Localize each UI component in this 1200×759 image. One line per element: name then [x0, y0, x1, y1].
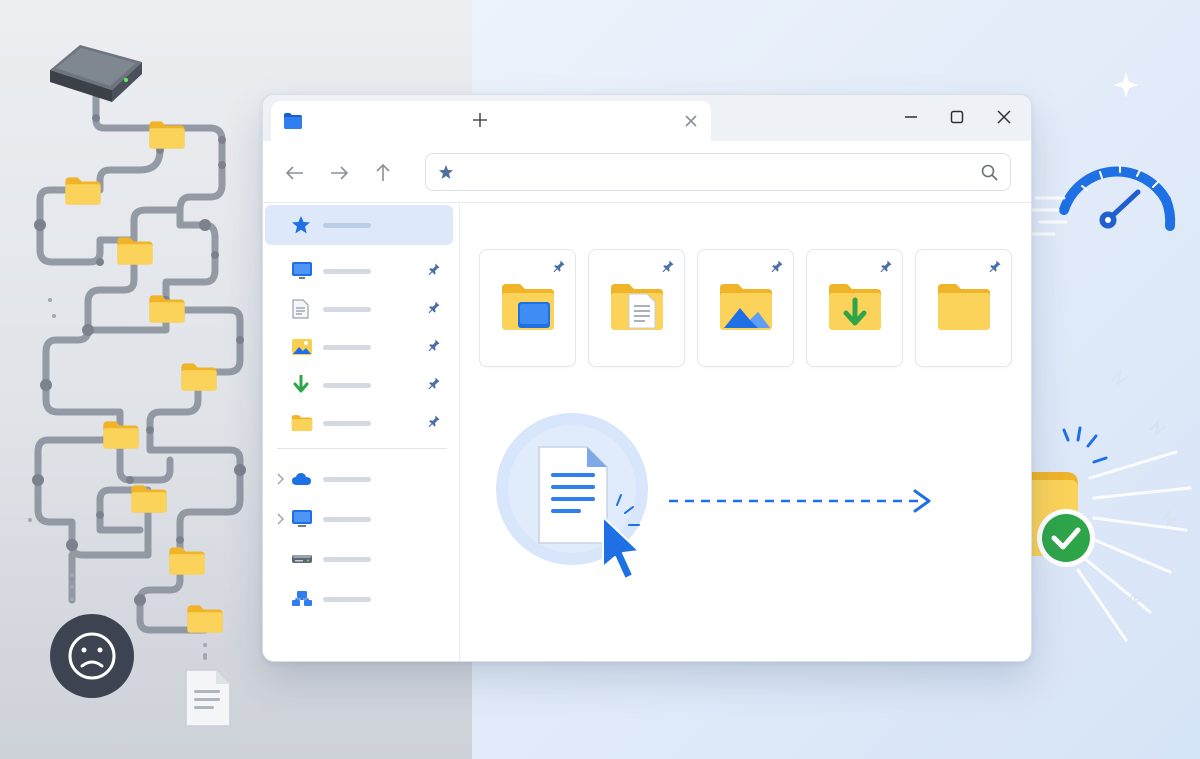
sidebar-item-label: [323, 421, 371, 426]
hard-drive-icon: [50, 45, 142, 102]
maximize-icon[interactable]: [943, 105, 971, 129]
transfer-illustration: [496, 413, 931, 580]
sidebar-item-label: [323, 477, 371, 482]
folder-icon: [283, 112, 303, 135]
pin-icon[interactable]: [427, 376, 441, 395]
sidebar-item-label: [323, 597, 371, 602]
sidebar-item-downloads[interactable]: [265, 365, 453, 405]
title-bar: [263, 95, 1031, 141]
document-icon: [538, 446, 608, 544]
new-tab-button[interactable]: [467, 107, 493, 133]
dashed-arrow: [669, 489, 931, 513]
cloud-icon: [291, 469, 313, 489]
address-bar[interactable]: [425, 153, 1011, 191]
sidebar-item-label: [323, 269, 371, 274]
star-icon: [291, 215, 313, 235]
close-tab-icon[interactable]: [681, 111, 701, 131]
drive-icon: [291, 549, 313, 569]
sidebar-item-label: [323, 307, 371, 312]
search-icon[interactable]: [981, 164, 998, 186]
minimize-icon[interactable]: [897, 105, 925, 129]
chevron-right-icon[interactable]: [276, 472, 284, 490]
pin-icon[interactable]: [427, 414, 441, 433]
file-explorer-window: [262, 94, 1032, 662]
folder-icon: [291, 413, 313, 433]
desktop-icon: [291, 261, 313, 281]
sidebar-item-network[interactable]: [265, 579, 453, 619]
pictures-icon: [291, 337, 313, 357]
close-icon[interactable]: [990, 105, 1018, 129]
network-icon: [291, 589, 313, 609]
document-icon: [291, 299, 313, 319]
document-icon: [185, 656, 231, 727]
sidebar-item-label: [323, 557, 371, 562]
forward-arrow-icon[interactable]: [327, 161, 351, 185]
downloads-icon: [291, 374, 313, 395]
chevron-right-icon[interactable]: [276, 512, 284, 530]
pin-icon[interactable]: [427, 338, 441, 357]
sidebar-item-desktop[interactable]: [265, 251, 453, 291]
sidebar-item-documents[interactable]: [265, 289, 453, 329]
sidebar-item-label: [323, 517, 371, 522]
sidebar-item-label: [323, 383, 371, 388]
star-icon: [438, 164, 454, 185]
sidebar-item-label: [323, 345, 371, 350]
pin-icon[interactable]: [427, 300, 441, 319]
pin-icon[interactable]: [427, 262, 441, 281]
sidebar-item-quick-access[interactable]: [265, 205, 453, 245]
this-pc-icon: [291, 509, 313, 529]
sidebar-divider: [277, 448, 447, 449]
up-arrow-icon[interactable]: [371, 161, 395, 185]
sidebar-item-onedrive[interactable]: [265, 459, 453, 499]
sidebar-item-drive[interactable]: [265, 539, 453, 579]
navigation-bar: [263, 141, 1031, 203]
sidebar-item-pictures[interactable]: [265, 327, 453, 367]
sidebar-item-label: [323, 223, 371, 228]
sad-face-icon: [50, 614, 134, 698]
content-area: [461, 203, 1031, 661]
navigation-pane: [263, 203, 460, 661]
sidebar-item-folder[interactable]: [265, 403, 453, 443]
back-arrow-icon[interactable]: [283, 161, 307, 185]
sidebar-item-this-pc[interactable]: [265, 499, 453, 539]
